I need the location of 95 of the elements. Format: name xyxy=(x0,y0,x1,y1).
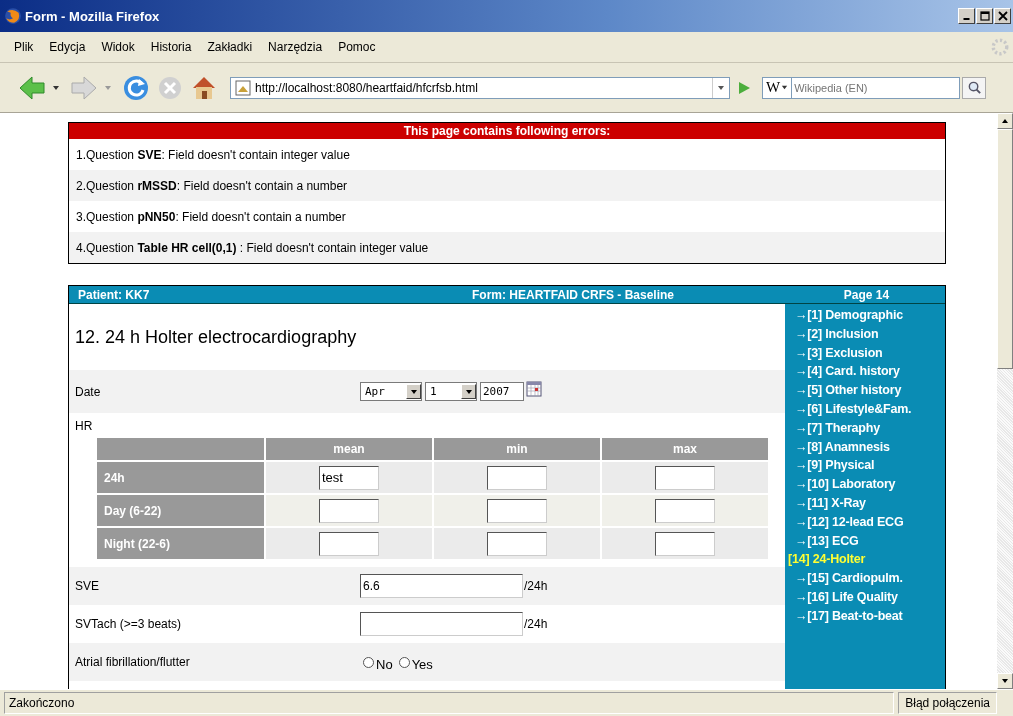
text-field[interactable] xyxy=(360,612,523,636)
row-header: 24h xyxy=(97,462,264,493)
row-header: Night (22-6) xyxy=(97,528,264,559)
table-input[interactable] xyxy=(655,498,715,523)
status-text: Zakończono xyxy=(4,692,895,714)
scroll-up-button[interactable] xyxy=(997,113,1013,129)
table-input[interactable] xyxy=(655,531,715,556)
scroll-down-button[interactable] xyxy=(997,673,1013,689)
nav-link[interactable]: →[5] Other history xyxy=(795,381,902,400)
page-icon xyxy=(235,79,251,96)
patient-label: Patient: KK7 xyxy=(77,287,151,302)
text-field[interactable]: 6.6 xyxy=(360,574,523,598)
radio-button[interactable] xyxy=(363,656,374,668)
search-field[interactable]: Wikipedia (EN) xyxy=(792,76,960,99)
window-title: Form - Mozilla Firefox xyxy=(25,8,160,24)
unit-label: /24h xyxy=(524,617,548,631)
field-label: SVTach (>=3 beats) xyxy=(75,617,183,631)
menu-item[interactable]: Narzędzia xyxy=(268,40,323,54)
search-engine-button[interactable]: W xyxy=(762,76,793,99)
caret-icon[interactable] xyxy=(52,83,60,92)
table-input[interactable] xyxy=(487,531,547,556)
up-arrow-icon xyxy=(1001,117,1009,125)
error-message: 4.Question Table HR cell(0,1) : Field doesn't contain integer value xyxy=(76,240,429,255)
close-button[interactable] xyxy=(994,8,1011,24)
calendar-icon[interactable] xyxy=(526,380,542,397)
table-input[interactable] xyxy=(655,465,715,490)
month-select[interactable]: Apr xyxy=(360,382,422,401)
nav-link[interactable]: [14] 24-Holter xyxy=(788,550,866,570)
nav-link[interactable]: →[8] Anamnesis xyxy=(795,437,890,457)
nav-link[interactable]: →[16] Life Quality xyxy=(795,587,898,607)
back-icon[interactable] xyxy=(18,73,46,102)
nav-link[interactable]: →[11] X-Ray xyxy=(795,493,866,513)
minimize-icon xyxy=(963,18,970,20)
nav-link[interactable]: →[3] Exclusion xyxy=(795,343,883,363)
nav-link[interactable]: →[4] Card. history xyxy=(795,362,900,382)
status-text: Błąd połączenia xyxy=(898,692,997,714)
browser-logo-icon xyxy=(4,7,22,25)
nav-link[interactable]: →[15] Cardiopulm. xyxy=(795,569,903,588)
column-header: min xyxy=(434,438,600,460)
nav-link[interactable]: →[7] Theraphy xyxy=(795,418,880,438)
column-header: mean xyxy=(266,438,432,460)
error-message: 3.Question pNN50: Field doesn't contain a number xyxy=(76,209,346,224)
menu-item[interactable]: Widok xyxy=(101,40,135,54)
error-message: 2.Question rMSSD: Field doesn't contain a number xyxy=(76,178,348,193)
radio-label[interactable]: Yes xyxy=(411,656,433,672)
field-label: Atrial fibrillation/flutter xyxy=(75,655,191,669)
throbber-icon xyxy=(991,38,1009,56)
dropdown-icon xyxy=(464,387,473,396)
menu-item[interactable]: Pomoc xyxy=(338,40,376,54)
maximize-icon xyxy=(979,11,990,21)
search-icon xyxy=(966,80,982,95)
minimize-button[interactable] xyxy=(958,8,975,24)
maximize-button[interactable] xyxy=(976,8,993,24)
menu-item[interactable]: Plik xyxy=(14,40,34,54)
table-input[interactable] xyxy=(319,531,379,556)
year-field[interactable]: 2007 xyxy=(480,382,524,401)
error-title: This page contains following errors: xyxy=(69,123,945,139)
table-input[interactable] xyxy=(487,498,547,523)
table-input[interactable] xyxy=(319,498,379,523)
table-input[interactable]: test xyxy=(319,465,379,490)
radio-button[interactable] xyxy=(398,656,410,668)
section-title: 12. 24 h Holter electrocardiography xyxy=(75,326,357,348)
form-name: Form: HEARTFAID CRFS - Baseline xyxy=(471,287,675,302)
caret-icon xyxy=(781,84,789,91)
nav-link[interactable]: →[17] Beat-to-beat xyxy=(795,606,903,626)
field-label: Date xyxy=(75,384,102,399)
dropdown-icon[interactable] xyxy=(717,83,725,92)
down-arrow-icon xyxy=(1001,677,1009,685)
scrollbar[interactable] xyxy=(997,113,1013,689)
url-field[interactable]: http://localhost:8080/heartfaid/hfcrfsb.html xyxy=(230,76,730,99)
nav-link[interactable]: →[1] Demographic xyxy=(795,306,903,325)
dropdown-icon xyxy=(409,387,418,396)
nav-link[interactable]: →[12] 12-lead ECG xyxy=(795,512,904,532)
field-label: HR xyxy=(75,419,94,433)
radio-label[interactable]: No xyxy=(376,656,393,672)
unit-label: /24h xyxy=(524,579,548,593)
field-label: SVE xyxy=(75,579,100,593)
nav-link[interactable]: →[10] Laboratory xyxy=(795,475,896,494)
day-select[interactable]: 1 xyxy=(425,382,477,401)
table-input[interactable] xyxy=(487,465,547,490)
error-message: 1.Question SVE: Field doesn't contain integer value xyxy=(76,147,350,162)
nav-link[interactable]: →[13] ECG xyxy=(795,531,859,551)
page-number: Page 14 xyxy=(842,287,891,302)
menu-item[interactable]: Zakładki xyxy=(207,40,253,54)
nav-link[interactable]: →[9] Physical xyxy=(795,456,875,476)
close-icon xyxy=(997,11,1008,21)
row-header: Day (6-22) xyxy=(97,495,264,526)
search-button[interactable] xyxy=(962,76,986,99)
scroll-thumb[interactable] xyxy=(997,129,1013,369)
column-header: max xyxy=(602,438,768,460)
nav-link[interactable]: →[6] Lifestyle&Fam. xyxy=(795,400,912,419)
reload-icon[interactable] xyxy=(122,73,150,102)
menu-item[interactable]: Historia xyxy=(150,40,192,54)
menu-item[interactable]: Edycja xyxy=(49,40,86,54)
nav-link[interactable]: →[2] Inclusion xyxy=(795,324,879,344)
